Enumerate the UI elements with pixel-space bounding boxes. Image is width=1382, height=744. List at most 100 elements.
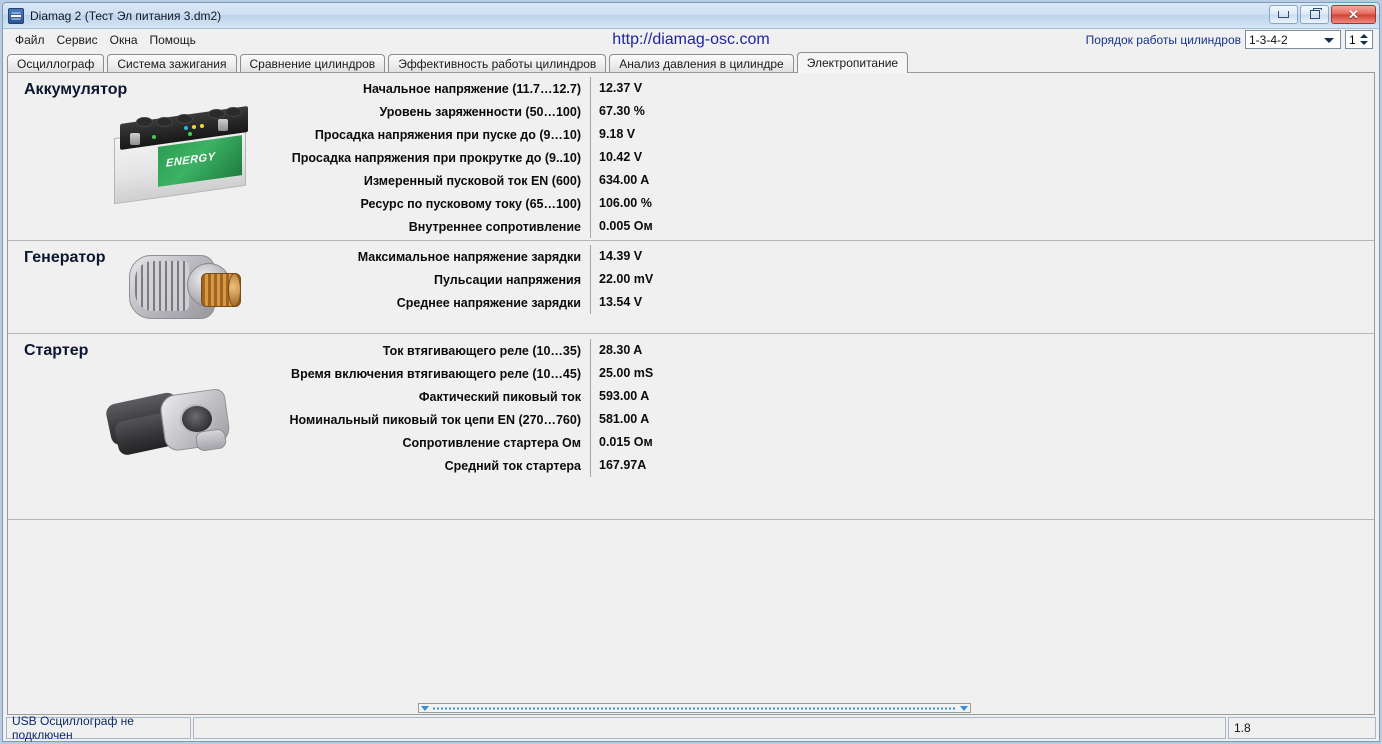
reading-row: Среднее напряжение зарядки 13.54 V: [270, 291, 690, 314]
firing-order-index-value: 1: [1349, 32, 1356, 47]
menu-item-windows[interactable]: Окна: [104, 31, 144, 49]
menu-item-service[interactable]: Сервис: [51, 31, 104, 49]
reading-label: Уровень заряженности (50…100): [379, 104, 581, 119]
reading-value: 14.39 V: [590, 245, 690, 268]
reading-value: 67.30 %: [590, 100, 690, 123]
minimize-icon: [1278, 11, 1289, 18]
reading-value: 22.00 mV: [590, 268, 690, 291]
reading-label: Просадка напряжения при прокрутке до (9.…: [291, 150, 581, 165]
reading-value: 9.18 V: [590, 123, 690, 146]
panel-splitter[interactable]: [418, 703, 971, 713]
reading-label: Ток втягивающего реле (10…35): [382, 343, 581, 358]
firing-order-value: 1-3-4-2: [1249, 32, 1288, 47]
tab-bar: Осциллограф Система зажигания Сравнение …: [3, 51, 1379, 73]
reading-label: Начальное напряжение (11.7…12.7): [362, 81, 581, 96]
reading-row: Просадка напряжения при пуске до (9…10) 9…: [270, 123, 690, 146]
tab-cylinder-pressure-analysis[interactable]: Анализ давления в цилиндре: [609, 54, 794, 73]
reading-row: Внутреннее сопротивление 0.005 Ом: [270, 215, 690, 238]
reading-value: 12.37 V: [590, 77, 690, 100]
tab-oscilloscope[interactable]: Осциллограф: [7, 54, 105, 73]
window-controls: ✕: [1269, 5, 1376, 24]
tab-ignition-system[interactable]: Система зажигания: [107, 54, 237, 73]
reading-value: 106.00 %: [590, 192, 690, 215]
alternator-readings: Максимальное напряжение зарядки 14.39 V П…: [270, 245, 690, 314]
menu-item-help[interactable]: Помощь: [144, 31, 202, 49]
tab-cylinder-comparison[interactable]: Сравнение цилиндров: [239, 54, 386, 73]
close-button[interactable]: ✕: [1331, 5, 1376, 24]
maximize-icon: [1309, 8, 1322, 19]
chevron-down-icon: [1324, 37, 1334, 43]
menu-item-file[interactable]: Файл: [9, 31, 51, 49]
reading-row: Пульсации напряжения 22.00 mV: [270, 268, 690, 291]
status-version: 1.8: [1228, 717, 1376, 739]
section-alternator: Генератор Максимальное напряжение зарядк…: [8, 241, 1374, 334]
reading-label: Ресурс по пусковому току (65…100): [360, 196, 582, 211]
starter-icon: [100, 372, 245, 464]
reading-row: Начальное напряжение (11.7…12.7) 12.37 V: [270, 77, 690, 100]
reading-label: Просадка напряжения при пуске до (9…10): [314, 127, 581, 142]
reading-row: Время включения втягивающего реле (10…45…: [270, 362, 690, 385]
reading-label: Время включения втягивающего реле (10…45…: [291, 366, 581, 381]
reading-row: Ток втягивающего реле (10…35) 28.30 A: [270, 339, 690, 362]
reading-value: 634.00 A: [590, 169, 690, 192]
chevron-down-icon[interactable]: [1360, 41, 1368, 45]
window-title: Diamag 2 (Тест Эл питания 3.dm2): [30, 8, 222, 23]
alternator-icon: [113, 241, 253, 333]
section-title-alternator: Генератор: [24, 249, 106, 266]
reading-label: Пульсации напряжения: [434, 272, 581, 287]
reading-label: Внутреннее сопротивление: [408, 219, 581, 234]
reading-label: Сопротивление стартера Ом: [402, 435, 582, 450]
empty-area: [8, 520, 1374, 714]
reading-value: 593.00 A: [590, 385, 690, 408]
reading-value: 0.015 Ом: [590, 431, 690, 454]
firing-order-block: Порядок работы цилиндров 1-3-4-2 1: [1086, 30, 1373, 49]
reading-label: Средний ток стартера: [444, 458, 581, 473]
battery-icon: ENERGY: [100, 101, 260, 206]
section-starter: Стартер Ток втягивающего реле (10…35) 28.…: [8, 334, 1374, 520]
starter-readings: Ток втягивающего реле (10…35) 28.30 A Вре…: [270, 339, 690, 477]
reading-value: 0.005 Ом: [590, 215, 690, 238]
reading-row: Просадка напряжения при прокрутке до (9.…: [270, 146, 690, 169]
tab-cylinder-efficiency[interactable]: Эффективность работы цилиндров: [388, 54, 607, 73]
status-bar: USB Осциллограф не подключен 1.8: [6, 714, 1376, 742]
section-title-starter: Стартер: [24, 342, 89, 359]
battery-readings: Начальное напряжение (11.7…12.7) 12.37 V …: [270, 77, 690, 238]
reading-value: 25.00 mS: [590, 362, 690, 385]
title-bar: Diamag 2 (Тест Эл питания 3.dm2) ✕: [3, 3, 1379, 29]
firing-order-index-stepper[interactable]: 1: [1345, 30, 1373, 49]
app-logo-icon: [8, 7, 24, 24]
reading-label: Измеренный пусковой ток EN (600): [363, 173, 581, 188]
tab-content-power-supply: Аккумулятор ENERGY Начальное напряжение …: [7, 72, 1375, 715]
reading-label: Фактический пиковый ток: [418, 389, 581, 404]
reading-row: Максимальное напряжение зарядки 14.39 V: [270, 245, 690, 268]
reading-label: Номинальный пиковый ток цепи EN (270…760…: [289, 412, 581, 427]
splitter-grip: [432, 706, 957, 710]
reading-row: Уровень заряженности (50…100) 67.30 %: [270, 100, 690, 123]
maximize-button[interactable]: [1300, 5, 1329, 24]
reading-row: Измеренный пусковой ток EN (600) 634.00 A: [270, 169, 690, 192]
splitter-collapse-right-icon[interactable]: [960, 705, 968, 711]
reading-value: 10.42 V: [590, 146, 690, 169]
reading-row: Ресурс по пусковому току (65…100) 106.00 …: [270, 192, 690, 215]
application-window: Diamag 2 (Тест Эл питания 3.dm2) ✕ Файл …: [2, 2, 1380, 742]
minimize-button[interactable]: [1269, 5, 1298, 24]
status-connection: USB Осциллограф не подключен: [6, 714, 191, 742]
firing-order-label: Порядок работы цилиндров: [1085, 32, 1241, 47]
chevron-up-icon[interactable]: [1360, 34, 1368, 38]
firing-order-select[interactable]: 1-3-4-2: [1245, 30, 1341, 49]
splitter-collapse-left-icon[interactable]: [421, 705, 429, 711]
reading-value: 581.00 A: [590, 408, 690, 431]
reading-row: Сопротивление стартера Ом 0.015 Ом: [270, 431, 690, 454]
tab-power-supply[interactable]: Электропитание: [796, 52, 909, 73]
reading-row: Средний ток стартера 167.97A: [270, 454, 690, 477]
reading-row: Фактический пиковый ток 593.00 A: [270, 385, 690, 408]
menu-items: Файл Сервис Окна Помощь: [3, 31, 202, 49]
section-title-battery: Аккумулятор: [24, 81, 128, 98]
battery-brand-label: ENERGY: [166, 150, 216, 170]
reading-value: 167.97A: [590, 454, 690, 477]
menu-bar: Файл Сервис Окна Помощь http://diamag-os…: [3, 29, 1379, 51]
close-icon: ✕: [1348, 7, 1359, 22]
reading-label: Максимальное напряжение зарядки: [357, 249, 581, 264]
status-message: [193, 717, 1226, 739]
reading-row: Номинальный пиковый ток цепи EN (270…760…: [270, 408, 690, 431]
